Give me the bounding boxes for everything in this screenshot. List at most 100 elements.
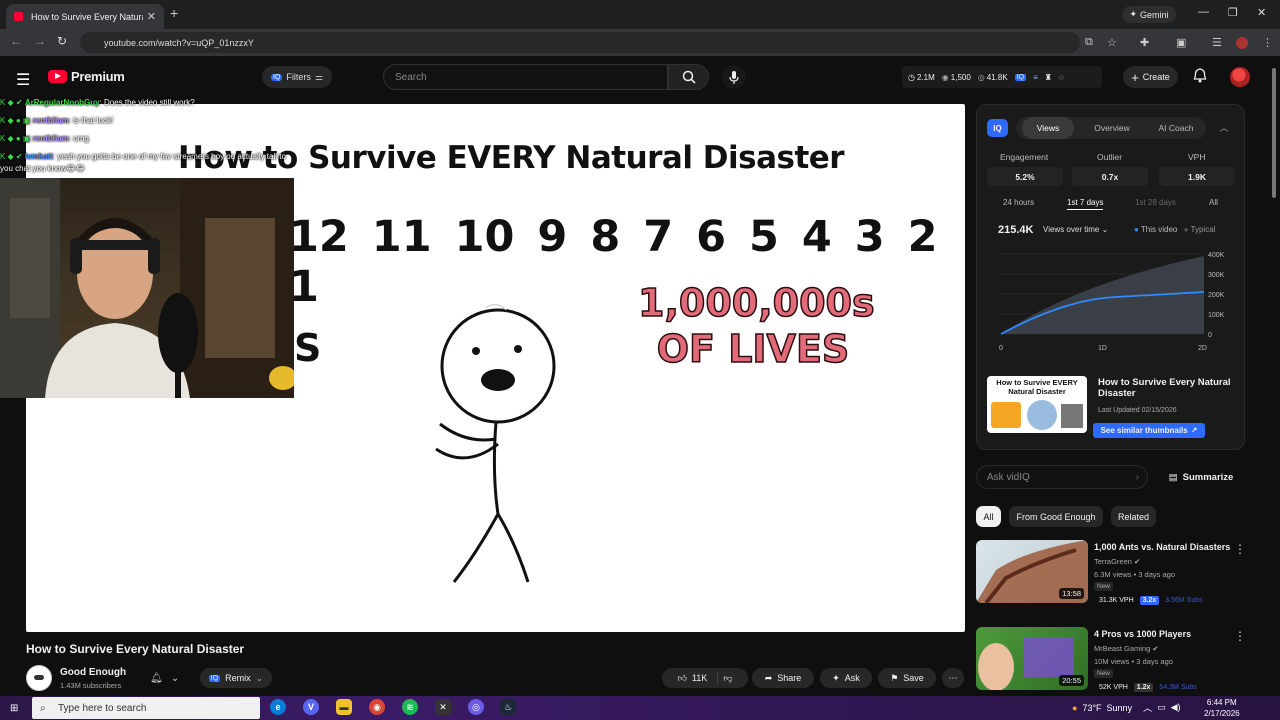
chip-from-good-enough[interactable]: From Good Enough [1009,506,1103,527]
minimize-icon[interactable]: — [1198,6,1209,18]
more-actions-button[interactable]: ⋯ [942,668,964,688]
recommendation-meta: 10M views • 3 days ago [1094,657,1173,666]
search-button[interactable] [668,64,709,90]
save-button[interactable]: ⚑ Save [878,668,936,688]
range-first-28-days[interactable]: 1st 28 days [1135,198,1176,207]
close-tab-icon[interactable]: ✕ [147,10,156,23]
create-button[interactable]: + Create [1123,66,1178,88]
y-tick-300k: 300K [1208,272,1225,279]
vidiq-filters-button[interactable]: IQ Filters ⚌ [262,66,332,88]
see-similar-thumbnails-button[interactable]: See similar thumbnails ↗ [1093,423,1205,438]
tray-chevron-icon[interactable]: ︿ [1143,701,1152,714]
youtube-logo[interactable]: Premium [48,69,125,84]
tab-overview[interactable]: Overview [1082,117,1142,139]
recommendation-item[interactable]: 13:58 1,000 Ants vs. Natural Disasters T… [976,540,1266,605]
ask-label: Ask [844,673,860,683]
reading-list-icon[interactable]: ☰ [1212,36,1222,49]
browser-menu-icon[interactable]: ⋮ [1262,36,1273,49]
spotify-icon[interactable]: ≋ [402,699,418,715]
hamburger-menu-icon[interactable]: ☰ [16,70,30,90]
send-chevron-icon[interactable]: › [1136,472,1139,483]
sun-icon: ● [1072,702,1078,713]
taskbar-clock[interactable]: 6:44 PM 2/17/2026 [1204,697,1240,719]
chrome-icon[interactable]: ◉ [369,699,385,715]
selector-label: Views over time [1043,225,1100,234]
chip-all[interactable]: All [976,506,1001,527]
notifications-bell-icon[interactable] [1193,68,1207,88]
sidepanel-icon[interactable]: ▣ [1176,36,1186,49]
video-lives-text: 1,000,000s OF LIVES [637,280,875,372]
summarize-button[interactable]: ▤ Summarize [1160,465,1242,489]
scrollbar-thumb[interactable] [1272,68,1276,198]
range-24-hours[interactable]: 24 hours [1003,198,1034,207]
taskbar-search-input[interactable]: ⌕ Type here to search [32,697,260,719]
network-icon[interactable]: ▭ [1157,702,1166,713]
range-first-7-days[interactable]: 1st 7 days [1067,198,1104,210]
voice-search-button[interactable] [722,65,746,89]
address-bar[interactable]: youtube.com/watch?v=uQP_01nzzxY [80,32,1080,53]
reload-icon[interactable]: ↻ [57,34,67,48]
ask-button[interactable]: ✦ Ask [820,668,872,688]
similar-label: See similar thumbnails [1100,426,1188,435]
thumbs-down-icon[interactable]: 👎︎ [723,673,732,684]
chip-related[interactable]: Related [1111,506,1156,527]
vidiq-stats-bar[interactable]: ◷ 2.1M ◉ 1,500 ◎ 41.8K IQ ≡ ♜ ◌ [902,66,1102,88]
thumbnail-art [1027,400,1057,430]
recommendation-thumbnail[interactable]: 13:58 [976,540,1088,603]
forward-icon[interactable]: → [34,34,46,48]
video-thumbnail[interactable]: How to Survive EVERY Natural Disaster [987,376,1087,433]
y-tick-100k: 100K [1208,312,1225,319]
youtube-favicon-icon [14,12,23,21]
profile-avatar-icon[interactable] [1236,37,1248,49]
install-app-icon[interactable]: ⧉ [1085,36,1093,49]
back-icon[interactable]: ← [10,34,22,48]
gemini-button[interactable]: ✦ Gemini [1122,6,1176,23]
metric-outlier-label: Outlier [1097,152,1123,162]
taskbar-weather[interactable]: ● 73°F Sunny ︿ ▭ ◀) [1072,701,1181,714]
recommendation-item[interactable]: 20:55 4 Pros vs 1000 Players MrBeast Gam… [976,627,1266,692]
subs-stat: 54.3M Subs [1159,684,1197,691]
ask-vidiq-input[interactable]: Ask vidIQ › [976,465,1148,489]
like-button[interactable]: 👍︎ 11K [678,672,719,684]
collapse-chevron-icon[interactable]: ︿ [1216,117,1232,139]
account-avatar[interactable] [1230,67,1250,87]
range-all[interactable]: All [1209,198,1218,207]
kebab-menu-icon[interactable]: ⋮ [1234,629,1246,643]
restore-icon[interactable]: ❐ [1228,6,1238,19]
webcam-overlay [0,178,294,398]
channel-avatar[interactable] [26,665,52,691]
url-text: youtube.com/watch?v=uQP_01nzzxY [104,37,254,48]
search-input[interactable]: Search [383,64,668,90]
brand-label: Premium [71,69,125,84]
subs-stat: 3.56M Subs [1165,597,1203,604]
remix-label: Remix [225,673,251,683]
views-over-time-dropdown[interactable]: Views over time ⌄ [1043,225,1108,234]
legend-this-video: This video [1140,225,1178,234]
browser-tab[interactable]: How to Survive Every Natural D ✕ [6,4,164,29]
remix-button[interactable]: IQ Remix ⌄ [200,668,272,688]
close-window-icon[interactable]: ✕ [1257,6,1266,19]
metric-vph-label: VPH [1188,152,1206,162]
vidiq-small-icon: IQ [271,73,283,81]
tab-views[interactable]: Views [1022,117,1074,139]
terminal-icon[interactable]: ✕ [435,699,451,715]
metric-vph-value: 1.9K [1159,167,1235,186]
file-explorer-icon[interactable]: ▬ [336,699,352,715]
chevron-down-icon: ⌄ [170,672,180,684]
bookmark-star-icon[interactable]: ☆ [1107,36,1117,49]
windows-start-icon[interactable]: ⊞ [10,703,18,714]
new-tab-icon[interactable]: + [170,5,178,21]
tab-ai-coach[interactable]: AI Coach [1146,117,1206,139]
steam-icon[interactable]: ♨ [500,699,516,715]
multiplier-badge: 3.2x [1139,596,1160,605]
volume-icon[interactable]: ◀) [1171,702,1181,713]
extensions-icon[interactable]: ✚ [1140,36,1149,49]
share-button[interactable]: ➦ Share [752,668,814,688]
recommendation-thumbnail[interactable]: 20:55 [976,627,1088,690]
channel-name[interactable]: Good Enough [60,667,126,678]
kebab-menu-icon[interactable]: ⋮ [1234,542,1246,556]
edge-icon[interactable]: e [270,699,286,715]
app-icon[interactable]: ◎ [468,699,484,715]
vpn-app-icon[interactable]: V [303,699,319,715]
subscription-bell-button[interactable]: 🔔︎ ⌄ [150,669,190,687]
